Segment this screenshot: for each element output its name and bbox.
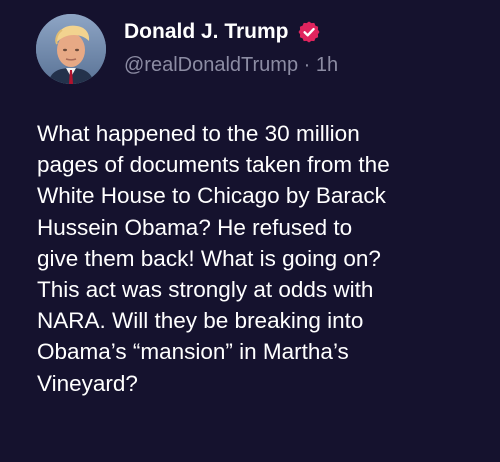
verified-badge-icon [297,20,321,44]
avatar[interactable] [36,14,106,84]
tweet-text: What happened to the 30 million pages of… [37,121,390,396]
handle[interactable]: @realDonaldTrump [124,54,298,76]
meta-row: @realDonaldTrump · 1h [124,54,338,77]
timestamp[interactable]: 1h [316,54,338,76]
tweet-header: Donald J. Trump @realDonaldTrump · 1h [36,14,476,86]
tweet-card: Donald J. Trump @realDonaldTrump · 1h Wh… [0,0,500,462]
meta-separator: · [303,54,316,76]
display-name[interactable]: Donald J. Trump [124,20,289,44]
name-row: Donald J. Trump [124,17,321,47]
